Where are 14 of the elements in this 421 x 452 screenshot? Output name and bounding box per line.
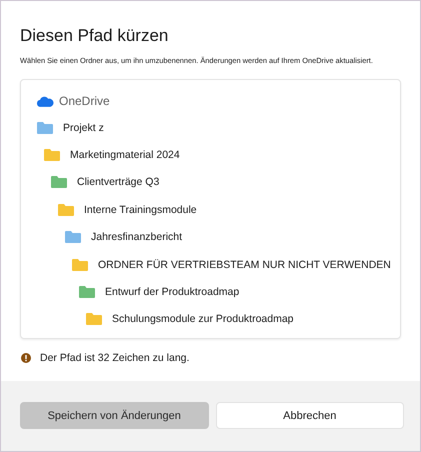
folder-name[interactable]: Projekt z [63,122,104,134]
folder-name[interactable]: Schulungsmodule zur Produktroadmap [112,313,294,326]
warning-icon [21,353,31,363]
folder-name[interactable]: Marketingmaterial 2024 [70,149,180,162]
folder-name[interactable]: Entwurf der Produktroadmap [105,286,240,298]
cloud-icon [36,96,54,106]
folder-name[interactable]: Clientverträge Q3 [77,176,160,188]
folder-name[interactable]: Interne Trainingsmodule [84,204,197,216]
error-message: Der Pfad ist 32 Zeichen zu lang. [40,352,190,364]
root-label[interactable]: OneDrive [59,94,110,108]
folder-name[interactable]: ORDNER FÜR VERTRIEBSTEAM NUR NICHT VERWENDEN [98,258,391,271]
dialog-title: Diesen Pfad kürzen [20,26,170,46]
folder-name[interactable]: Jahresfinanzbericht [91,231,182,244]
cancel-button[interactable]: Abbrechen [216,402,404,429]
